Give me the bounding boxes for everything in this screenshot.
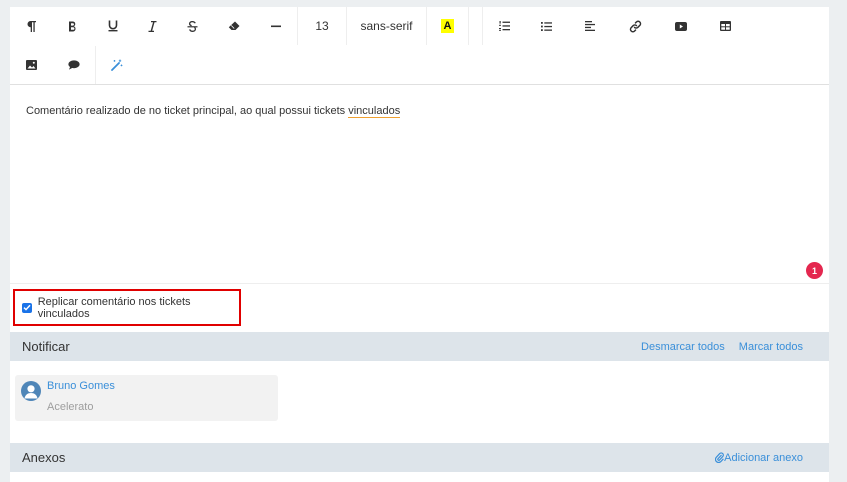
replicate-label[interactable]: Replicar comentário nos tickets vinculad… [38, 296, 239, 320]
avatar [21, 381, 41, 401]
strikethrough-icon [187, 20, 198, 32]
eraser-icon [228, 21, 240, 31]
comment-button[interactable] [53, 46, 95, 84]
editor-text: Comentário realizado de no ticket princi… [26, 105, 349, 117]
italic-icon [148, 20, 157, 32]
font-family-select[interactable]: sans-serif [346, 7, 426, 45]
highlight-color-icon: A [441, 19, 454, 33]
notify-title: Notificar [22, 339, 70, 354]
align-left-icon [585, 21, 595, 31]
user-avatar-icon [21, 381, 41, 401]
ordered-list-button[interactable] [482, 7, 525, 45]
bold-icon [68, 21, 77, 32]
toolbar-row-1: 13 sans-serif A [10, 7, 747, 45]
checkmark-icon [23, 304, 31, 311]
comment-panel: 13 sans-serif A Comentário realizado de … [10, 7, 829, 482]
magic-button[interactable] [95, 46, 138, 84]
font-family-value: sans-serif [360, 19, 413, 33]
highlight-color-button[interactable]: A [426, 7, 468, 45]
underline-button[interactable] [93, 7, 132, 45]
video-button[interactable] [659, 7, 703, 45]
font-size-select[interactable]: 13 [297, 7, 346, 45]
table-button[interactable] [703, 7, 747, 45]
link-icon [629, 20, 642, 33]
editor-toolbar: 13 sans-serif A [10, 7, 829, 85]
add-attachment-label: Adicionar anexo [724, 451, 803, 464]
comment-icon [68, 60, 80, 70]
align-button[interactable] [568, 7, 612, 45]
mark-all-link[interactable]: Marcar todos [739, 341, 803, 353]
unordered-list-icon [541, 21, 552, 31]
notify-section-header: Notificar Desmarcar todos Marcar todos [10, 332, 829, 361]
editor-text-underlined: vinculados [348, 105, 401, 118]
user-card[interactable]: Bruno Gomes Acelerato [15, 375, 278, 421]
unmark-all-link[interactable]: Desmarcar todos [641, 341, 725, 353]
toolbar-row-2 [10, 46, 138, 84]
clear-format-button[interactable] [212, 7, 255, 45]
replicate-checkbox[interactable] [22, 302, 32, 313]
notification-badge[interactable]: 1 [806, 262, 823, 279]
attachments-title: Anexos [22, 450, 66, 465]
comment-editor[interactable]: Comentário realizado de no ticket princi… [10, 85, 829, 284]
magic-wand-icon [111, 59, 123, 71]
table-icon [719, 21, 731, 31]
bold-button[interactable] [52, 7, 93, 45]
paragraph-button[interactable] [10, 7, 52, 45]
video-icon [675, 21, 687, 31]
pilcrow-icon [26, 20, 36, 32]
toolbar-spacer [468, 7, 482, 45]
attachments-section-header: Anexos Adicionar anexo [10, 443, 829, 472]
horizontal-rule-icon [271, 25, 281, 28]
add-attachment-link[interactable]: Adicionar anexo [715, 452, 803, 464]
paperclip-icon [715, 452, 724, 463]
editor-content: Comentário realizado de no ticket princi… [26, 105, 401, 118]
font-size-value: 13 [315, 19, 329, 33]
unordered-list-button[interactable] [525, 7, 568, 45]
replicate-option: Replicar comentário nos tickets vinculad… [13, 289, 241, 326]
user-organization: Acelerato [47, 401, 94, 413]
strikethrough-button[interactable] [172, 7, 212, 45]
link-button[interactable] [612, 7, 659, 45]
horizontal-rule-button[interactable] [255, 7, 297, 45]
image-icon [26, 60, 37, 70]
italic-button[interactable] [132, 7, 172, 45]
insert-image-button[interactable] [10, 46, 53, 84]
ordered-list-icon [498, 21, 510, 31]
underline-icon [108, 20, 118, 32]
user-name[interactable]: Bruno Gomes [47, 380, 115, 392]
